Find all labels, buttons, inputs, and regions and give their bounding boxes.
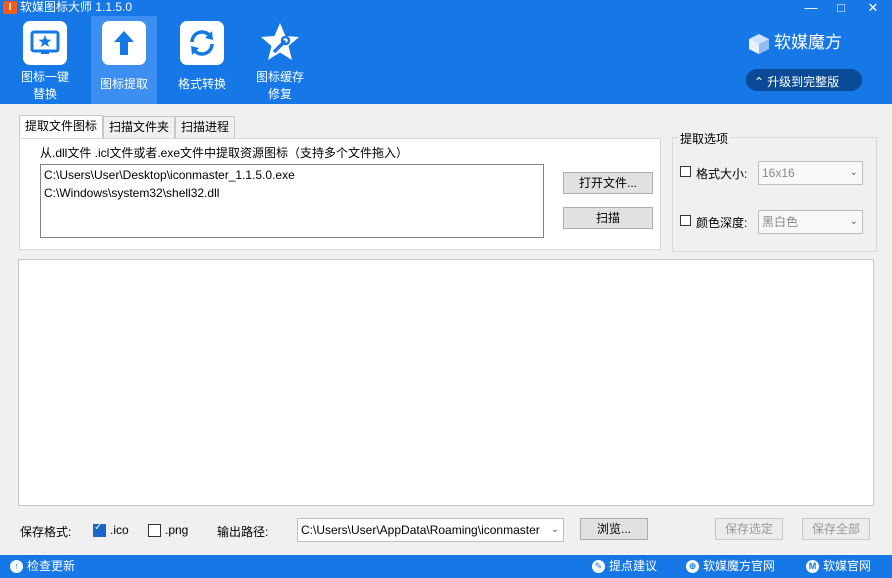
star-icon — [23, 21, 67, 65]
size-label: 格式大小: — [696, 167, 748, 181]
toolbar-cache-repair[interactable]: 图标缓存 修复 — [247, 16, 313, 104]
feedback-link[interactable]: ✎ 提点建议 — [592, 555, 657, 578]
size-select[interactable]: 16x16 ⌄ — [758, 161, 863, 185]
mofang-site-link[interactable]: ⊕ 软媒魔方官网 — [686, 555, 775, 578]
globe-icon: ⊕ — [686, 560, 699, 574]
open-file-button[interactable]: 打开文件... — [563, 172, 653, 194]
output-path-select[interactable]: C:\Users\User\AppData\Roaming\iconmaster… — [297, 518, 564, 542]
list-item[interactable]: C:\Windows\system32\shell32.dll — [44, 184, 540, 202]
extract-options-group — [672, 137, 877, 252]
maximize-button[interactable]: □ — [826, 0, 856, 16]
scan-button[interactable]: 扫描 — [563, 207, 653, 229]
toolbar-label: 图标缓存 — [255, 70, 304, 84]
check-update-label: 检查更新 — [27, 559, 76, 573]
brand-name: 软媒魔方 — [774, 33, 842, 52]
output-path-value: C:\Users\User\AppData\Roaming\iconmaster — [301, 523, 540, 537]
extract-description: 从.dll文件 .icl文件或者.exe文件中提取资源图标（支持多个文件拖入） — [40, 146, 409, 160]
refresh-icon — [180, 21, 224, 65]
upload-arrow-icon — [102, 21, 146, 65]
toolbar-format-convert[interactable]: 格式转换 — [169, 16, 235, 104]
close-button[interactable]: ✕ — [858, 0, 888, 16]
toolbar-label: 图标提取 — [99, 77, 148, 91]
toolbar-label: 图标一键 — [20, 70, 69, 84]
wrench-star-icon — [258, 21, 302, 65]
save-selected-button[interactable]: 保存选定 — [715, 518, 783, 540]
ico-checkbox[interactable] — [93, 522, 106, 537]
check-update-link[interactable]: ↑ 检查更新 — [10, 555, 75, 578]
ico-label: .ico — [110, 523, 129, 537]
toolbar-label: 修复 — [267, 87, 292, 101]
toolbar-label: 格式转换 — [177, 77, 226, 91]
tab-scan-process[interactable]: 扫描进程 — [175, 116, 236, 138]
chevron-down-icon: ⌄ — [849, 167, 858, 178]
feedback-label: 提点建议 — [609, 559, 658, 573]
upgrade-button[interactable]: ⌃ 升级到完整版 — [746, 69, 862, 91]
ruanmei-site-link[interactable]: M 软媒官网 — [806, 555, 871, 578]
ruanmei-site-label: 软媒官网 — [823, 559, 872, 573]
depth-select[interactable]: 黑白色 ⌄ — [758, 210, 863, 234]
png-checkbox[interactable] — [148, 524, 161, 537]
minimize-button[interactable]: — — [796, 0, 826, 16]
toolbar-icon-extract[interactable]: 图标提取 — [91, 16, 157, 104]
mofang-site-label: 软媒魔方官网 — [703, 559, 776, 573]
save-all-button[interactable]: 保存全部 — [802, 518, 870, 540]
status-bar: ↑ 检查更新 ✎ 提点建议 ⊕ 软媒魔方官网 M 软媒官网 — [0, 555, 892, 578]
size-checkbox[interactable] — [680, 166, 691, 177]
file-list[interactable]: C:\Users\User\Desktop\iconmaster_1.1.5.0… — [40, 164, 544, 238]
toolbar-label: 替换 — [32, 87, 57, 101]
toolbar-icon-replace[interactable]: 图标一键 替换 — [12, 16, 78, 104]
tab-scan-folder[interactable]: 扫描文件夹 — [103, 116, 176, 138]
up-arrow-icon: ↑ — [10, 560, 23, 574]
depth-label: 颜色深度: — [696, 216, 748, 230]
chevron-down-icon: ⌄ — [548, 519, 559, 541]
tab-extract-file-icons[interactable]: 提取文件图标 — [19, 115, 104, 139]
output-path-label: 输出路径: — [217, 525, 269, 539]
depth-checkbox[interactable] — [680, 215, 691, 226]
save-format-label: 保存格式: — [20, 525, 72, 539]
chevron-up-icon: ⌃ — [754, 75, 765, 89]
extract-options-title: 提取选项 — [678, 130, 731, 147]
ruanmei-logo-icon: M — [806, 560, 819, 574]
extract-tab-panel: 从.dll文件 .icl文件或者.exe文件中提取资源图标（支持多个文件拖入） … — [19, 138, 661, 250]
window-title: 软媒图标大师 1.1.5.0 — [20, 0, 133, 14]
brand-logo[interactable]: 软媒魔方 — [748, 30, 842, 56]
app-logo-icon: I — [3, 1, 17, 14]
icon-preview-area[interactable] — [18, 259, 874, 506]
size-value: 16x16 — [762, 166, 795, 180]
chevron-down-icon: ⌄ — [849, 216, 858, 227]
list-item[interactable]: C:\Users\User\Desktop\iconmaster_1.1.5.0… — [44, 166, 540, 184]
browse-button[interactable]: 浏览... — [580, 518, 648, 540]
title-bar: I 软媒图标大师 1.1.5.0 — □ ✕ 图标一键 替换 图标提取 格式转换… — [0, 0, 892, 104]
png-label: .png — [165, 523, 189, 537]
upgrade-label: 升级到完整版 — [767, 75, 840, 89]
cube-icon — [749, 33, 769, 54]
depth-value: 黑白色 — [762, 215, 799, 229]
pen-icon: ✎ — [592, 560, 605, 574]
